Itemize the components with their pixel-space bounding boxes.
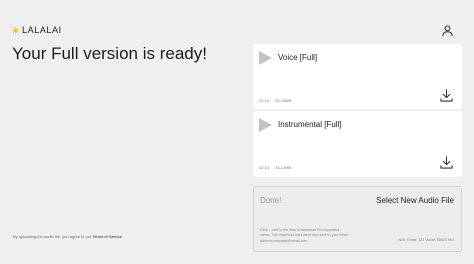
download-icon[interactable]	[440, 89, 453, 102]
track-duration: 02:14	[259, 98, 270, 103]
track-duration: 02:14	[259, 165, 270, 170]
download-note: Click ↓ next to the files to download th…	[260, 228, 368, 244]
select-new-audio-button[interactable]: Select New Audio File	[376, 196, 454, 205]
terms-text: By uploading the audio file, you agree t…	[13, 234, 92, 239]
track-card-voice: Voice [Full] 02:14 33.13MB	[253, 44, 462, 109]
track-size: 33.13MB	[275, 98, 292, 103]
sun-logo-icon	[12, 26, 19, 34]
track-size: 33.12MB	[275, 165, 292, 170]
play-icon[interactable]	[259, 51, 272, 65]
status-panel: Done! Select New Audio File Click ↓ next…	[253, 186, 462, 252]
track-meta: 02:14 33.12MB	[259, 165, 291, 170]
note-line: address example@email.com	[260, 238, 308, 243]
track-meta: 02:14 33.13MB	[259, 98, 291, 103]
play-icon[interactable]	[259, 118, 272, 132]
track-title: Instrumental [Full]	[278, 120, 342, 129]
page-title: Your Full version is ready!	[12, 44, 207, 63]
session-info: New Times: 123 Vocals 88523 Hist	[398, 238, 454, 242]
track-title: Voice [Full]	[278, 53, 318, 62]
brand-name: LALALAI	[22, 25, 62, 35]
brand-logo[interactable]: LALALAI	[12, 25, 62, 35]
terms-of-service-link[interactable]: Terms of Service	[92, 234, 122, 239]
terms-notice: By uploading the audio file, you agree t…	[13, 234, 122, 239]
track-card-instrumental: Instrumental [Full] 02:14 33.12MB	[253, 111, 462, 177]
download-icon[interactable]	[440, 156, 453, 169]
user-icon[interactable]	[441, 24, 454, 37]
done-label: Done!	[260, 196, 282, 205]
